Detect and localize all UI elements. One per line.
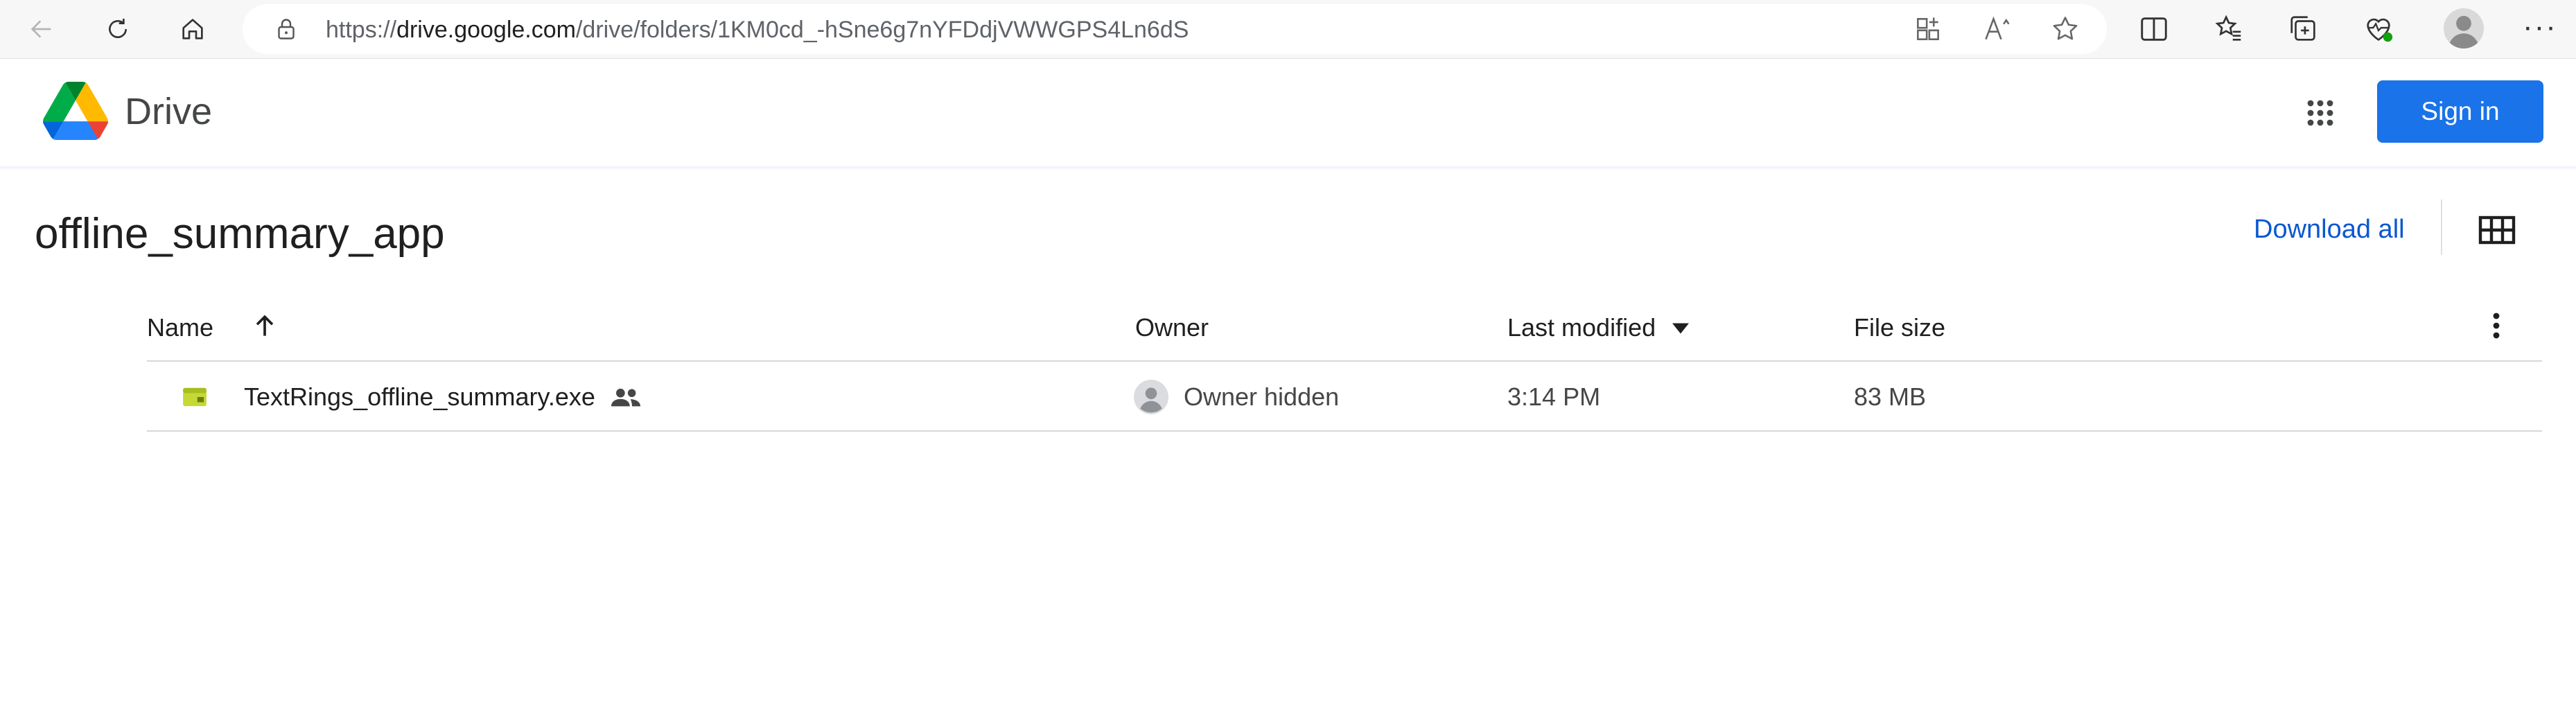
- download-all-button[interactable]: Download all: [2254, 215, 2405, 245]
- shared-people-icon: [611, 388, 641, 407]
- split-screen-icon: [2141, 17, 2167, 41]
- google-drive-logo-icon[interactable]: [43, 82, 108, 140]
- row-divider: [147, 430, 2542, 432]
- home-button[interactable]: [170, 7, 215, 51]
- file-last-modified: 3:14 PM: [1507, 382, 1601, 411]
- executable-file-icon: [183, 387, 207, 407]
- browser-essentials-button[interactable]: [2360, 11, 2397, 47]
- column-header-file-size[interactable]: File size: [1854, 313, 1945, 342]
- back-arrow-icon: [30, 20, 51, 38]
- more-options-icon[interactable]: [2485, 309, 2507, 342]
- refresh-button[interactable]: [96, 7, 140, 51]
- profile-avatar[interactable]: [2444, 8, 2484, 49]
- collections-button[interactable]: [2286, 11, 2322, 47]
- person-icon: [2448, 15, 2479, 49]
- grid-view-icon[interactable]: [2478, 213, 2516, 247]
- header-row-divider: [147, 360, 2542, 362]
- apps-grid-icon: [2307, 100, 2333, 126]
- url-text[interactable]: https://drive.google.com/drive/folders/1…: [326, 17, 1189, 44]
- url-path: /drive/folders/1KM0cd_-hSne6g7nYFDdjVWWG…: [575, 17, 1189, 43]
- address-bar[interactable]: https://drive.google.com/drive/folders/1…: [243, 4, 2107, 54]
- favorites-list-icon: [2215, 15, 2241, 41]
- owner-avatar-icon: [1134, 380, 1168, 414]
- file-name[interactable]: TextRings_offline_summary.exe: [244, 382, 595, 412]
- collections-icon: [2290, 16, 2315, 41]
- column-header-owner[interactable]: Owner: [1135, 313, 1209, 342]
- url-host: drive.google.com: [396, 17, 576, 43]
- app-available-icon[interactable]: [1913, 14, 1943, 44]
- sort-ascending-arrow-icon[interactable]: [249, 310, 280, 341]
- toolbar-divider: [2441, 200, 2442, 255]
- browser-toolbar: https://drive.google.com/drive/folders/1…: [0, 0, 2576, 59]
- column-header-name[interactable]: Name: [147, 313, 213, 342]
- header-divider: [0, 166, 2576, 170]
- favorite-star-icon[interactable]: [2050, 14, 2080, 44]
- sign-in-button[interactable]: Sign in: [2377, 80, 2543, 143]
- file-size: 83 MB: [1854, 382, 1927, 411]
- sort-dropdown-caret-icon[interactable]: [1670, 320, 1691, 337]
- file-owner: Owner hidden: [1184, 382, 1340, 411]
- column-header-last-modified[interactable]: Last modified: [1507, 313, 1656, 342]
- folder-title: offline_summary_app: [35, 210, 445, 258]
- split-screen-button[interactable]: [2136, 11, 2172, 47]
- app-name[interactable]: Drive: [125, 90, 212, 133]
- lock-icon[interactable]: [274, 17, 299, 42]
- favorites-button[interactable]: [2211, 11, 2247, 47]
- browser-menu-button[interactable]: ···: [2523, 10, 2557, 44]
- read-aloud-icon[interactable]: [1982, 14, 2013, 44]
- refresh-icon: [109, 19, 127, 38]
- heart-pulse-icon: [2367, 18, 2393, 42]
- google-apps-button[interactable]: [2299, 92, 2341, 134]
- back-button[interactable]: [19, 7, 64, 51]
- home-icon: [182, 19, 203, 39]
- url-prefix: https://: [326, 17, 397, 43]
